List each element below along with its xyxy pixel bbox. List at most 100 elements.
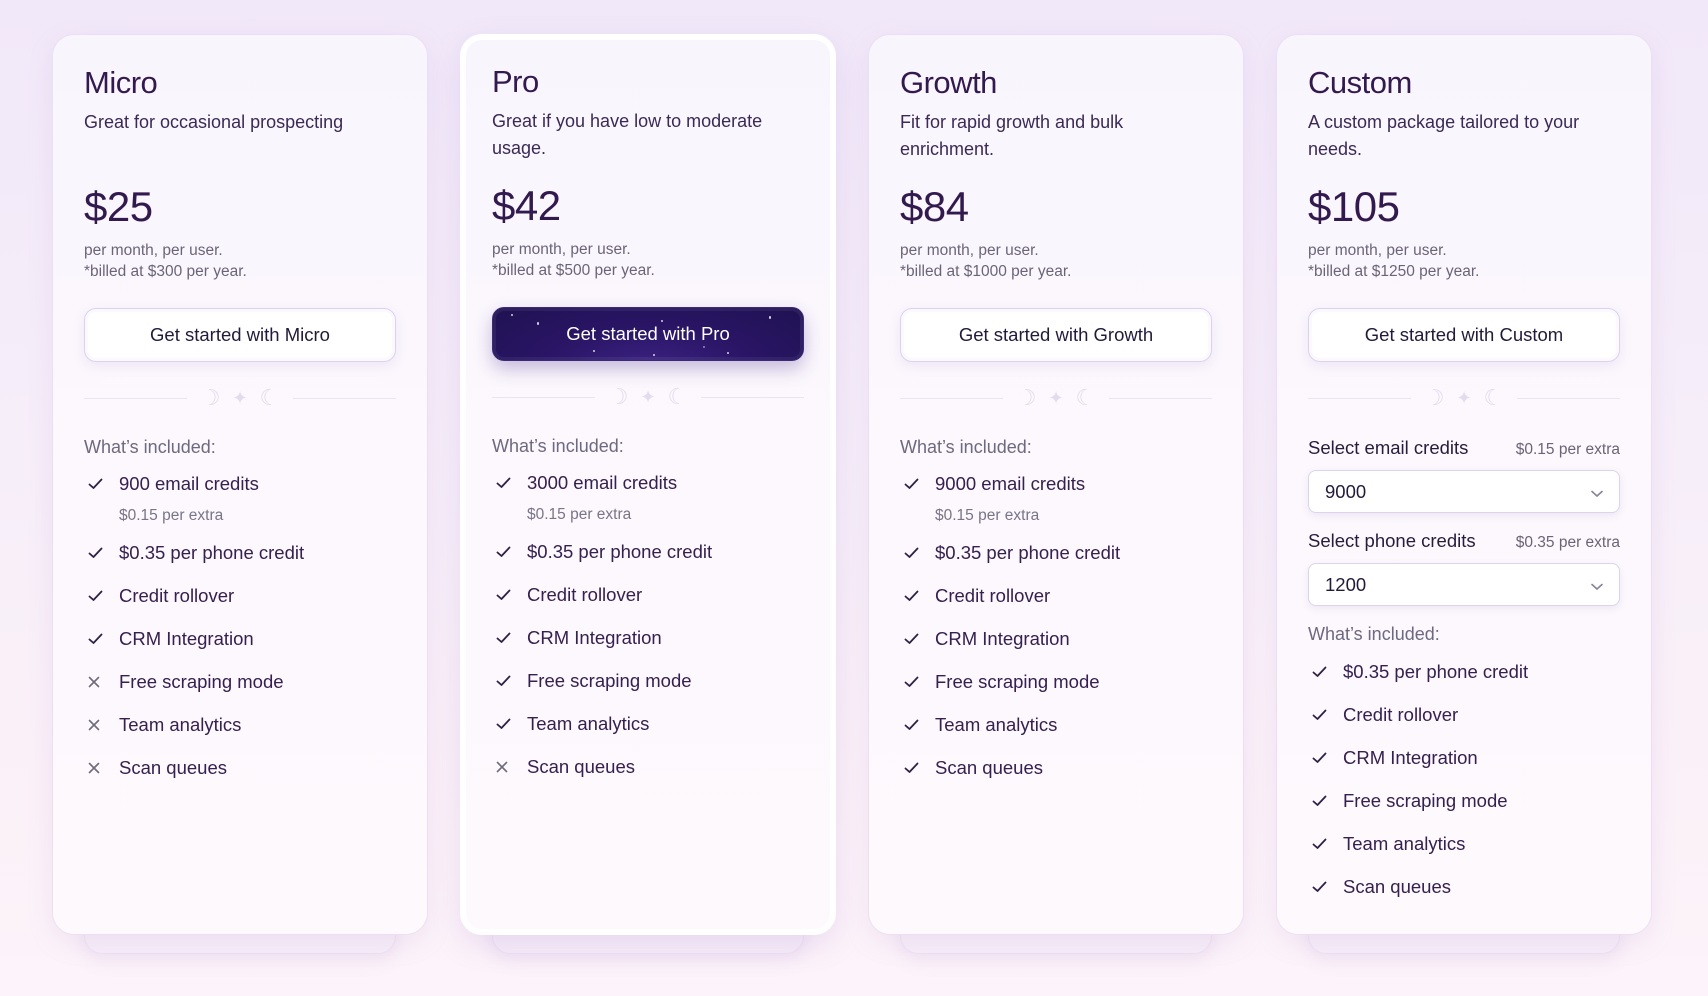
check-icon	[492, 582, 527, 608]
check-icon	[1308, 659, 1343, 685]
check-icon	[1308, 831, 1343, 857]
feature-item: Free scraping mode	[900, 669, 1212, 712]
feature-item: $0.35 per phone credit	[84, 540, 396, 583]
check-icon	[900, 626, 935, 652]
email-extra-price: $0.15 per extra	[1515, 441, 1620, 458]
billed-yearly: *billed at $300 per year.	[84, 263, 247, 280]
billed-yearly: *billed at $500 per year.	[492, 262, 655, 279]
feature-item: $0.35 per phone credit	[1308, 659, 1620, 702]
feature-list: $0.35 per phone credit Credit rollover CRM…	[1308, 659, 1620, 917]
billed-yearly: *billed at $1000 per year.	[900, 263, 1072, 280]
moon-left-icon: ☾	[1075, 385, 1096, 410]
feature-item: $0.35 per phone credit	[900, 540, 1212, 583]
plan-description: A custom package tailored to your needs.	[1308, 112, 1580, 159]
phone-credits-label-row: Select phone credits $0.35 per extra	[1308, 530, 1620, 552]
chevron-down-icon	[1591, 574, 1603, 596]
feature-item: Team analytics	[84, 712, 396, 755]
email-credits-select[interactable]: 9000	[1308, 470, 1620, 513]
feature-text: $0.35 per phone credit	[1343, 661, 1529, 682]
price-period: per month, per user.	[84, 242, 223, 259]
feature-text: Free scraping mode	[935, 671, 1100, 692]
feature-item: CRM Integration	[900, 626, 1212, 669]
phone-credits-value: 1200	[1325, 573, 1367, 595]
feature-text: Credit rollover	[1343, 704, 1459, 725]
whats-included-label: What’s included:	[1308, 624, 1440, 644]
check-icon	[900, 755, 935, 781]
feature-text: CRM Integration	[527, 627, 662, 648]
feature-item: Free scraping mode	[84, 669, 396, 712]
check-icon	[492, 539, 527, 565]
feature-list: 3000 email credits $0.15 per extra $0.35 p…	[492, 470, 804, 797]
feature-list: 900 email credits $0.15 per extra $0.35 pe…	[84, 471, 396, 798]
get-started-custom-button[interactable]: Get started with Custom	[1308, 308, 1620, 362]
whats-included-label: What’s included:	[84, 437, 216, 457]
get-started-pro-button[interactable]: Get started with Pro	[492, 307, 804, 361]
pricing-cards: Micro Great for occasional prospecting $…	[0, 0, 1708, 996]
sparkle-icon: ✦	[232, 388, 248, 408]
feature-text: Scan queues	[527, 756, 636, 777]
ornament-divider: ☽ ✦ ☾	[1308, 385, 1620, 410]
whats-included-label: What’s included:	[492, 436, 624, 456]
plan-description: Great for occasional prospecting	[84, 112, 344, 132]
cta-label: Get started with Pro	[566, 323, 730, 344]
plan-price: $42	[492, 182, 561, 229]
plan-price: $105	[1308, 183, 1400, 230]
get-started-growth-button[interactable]: Get started with Growth	[900, 308, 1212, 362]
check-icon	[1308, 745, 1343, 771]
plan-description: Fit for rapid growth and bulk enrichment…	[900, 112, 1124, 159]
feature-text: Team analytics	[119, 714, 242, 735]
feature-text: $0.35 per phone credit	[527, 541, 713, 562]
phone-credits-label: Select phone credits	[1308, 530, 1476, 551]
price-period: per month, per user.	[900, 242, 1039, 259]
check-icon	[900, 669, 935, 695]
feature-text: Free scraping mode	[527, 670, 692, 691]
moon-left-icon: ☾	[259, 385, 280, 410]
billing-info: per month, per user. *billed at $300 per…	[84, 240, 247, 282]
check-icon	[492, 470, 527, 496]
check-icon	[900, 712, 935, 738]
feature-list: 9000 email credits $0.15 per extra $0.35 p…	[900, 471, 1212, 798]
check-icon	[492, 625, 527, 651]
moon-right-icon: ☽	[608, 384, 629, 409]
billing-info: per month, per user. *billed at $1250 pe…	[1308, 240, 1479, 282]
check-icon	[492, 668, 527, 694]
check-icon	[84, 471, 119, 497]
check-icon	[84, 626, 119, 652]
check-icon	[492, 711, 527, 737]
check-icon	[84, 540, 119, 566]
moon-left-icon: ☾	[1483, 385, 1504, 410]
feature-item: Free scraping mode	[1308, 788, 1620, 831]
phone-credits-select[interactable]: 1200	[1308, 563, 1620, 606]
feature-item: Scan queues	[1308, 874, 1620, 917]
feature-item: Credit rollover	[1308, 702, 1620, 745]
plan-price: $84	[900, 183, 969, 230]
feature-text: Credit rollover	[935, 585, 1051, 606]
feature-subtext: $0.15 per extra	[527, 506, 632, 523]
check-icon	[900, 583, 935, 609]
moon-right-icon: ☽	[1424, 385, 1445, 410]
feature-text: CRM Integration	[119, 628, 254, 649]
email-credits-label: Select email credits	[1308, 437, 1469, 458]
sparkle-icon: ✦	[1456, 388, 1472, 408]
feature-item: 3000 email credits $0.15 per extra	[492, 470, 804, 539]
check-icon	[84, 583, 119, 609]
plan-card-growth: Growth Fit for rapid growth and bulk enr…	[868, 34, 1244, 954]
feature-item: CRM Integration	[492, 625, 804, 668]
x-icon	[84, 712, 119, 738]
feature-item: Team analytics	[1308, 831, 1620, 874]
feature-text: 9000 email credits	[935, 473, 1086, 494]
feature-item: $0.35 per phone credit	[492, 539, 804, 582]
feature-text: Scan queues	[119, 757, 228, 778]
plan-price: $25	[84, 183, 153, 230]
feature-text: CRM Integration	[1343, 747, 1478, 768]
plan-description: Great if you have low to moderate usage.	[492, 111, 763, 158]
chevron-down-icon	[1591, 481, 1603, 503]
plan-name: Pro	[492, 64, 539, 99]
feature-text: 3000 email credits	[527, 472, 678, 493]
feature-text: Team analytics	[527, 713, 650, 734]
get-started-micro-button[interactable]: Get started with Micro	[84, 308, 396, 362]
price-period: per month, per user.	[492, 241, 631, 258]
feature-item: CRM Integration	[1308, 745, 1620, 788]
x-icon	[492, 754, 527, 780]
feature-text: CRM Integration	[935, 628, 1070, 649]
